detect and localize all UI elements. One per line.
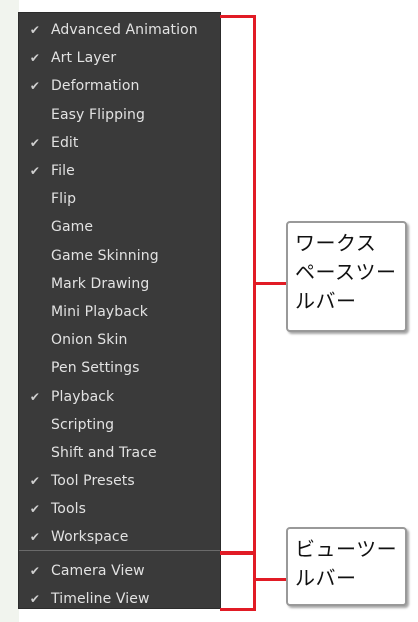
- menu-item-camera-view[interactable]: ✔ Camera View: [19, 557, 220, 585]
- view-toolbars-callout: ビューツー ルバー: [286, 527, 407, 606]
- menu-item-label: Timeline View: [51, 591, 150, 608]
- menu-item-label: Deformation: [51, 78, 140, 95]
- check-icon: ✔: [29, 564, 41, 579]
- menu-item-label: Pen Settings: [51, 360, 140, 377]
- check-icon: ✔: [29, 79, 41, 94]
- menu-item-label: File: [51, 163, 75, 180]
- view-toolbars-connector: [253, 578, 286, 581]
- menu-item-label: Game: [51, 219, 94, 236]
- menu-item-deformation[interactable]: ✔ Deformation: [19, 72, 220, 100]
- menu-item-label: Shift and Trace: [51, 444, 157, 461]
- toolbars-context-menu: ✔ Advanced Animation ✔ Art Layer ✔ Defor…: [19, 13, 220, 608]
- menu-item-label: Scripting: [51, 416, 115, 433]
- menu-item-label: Playback: [51, 388, 115, 405]
- check-icon: ✔: [29, 389, 41, 404]
- menu-item-playback[interactable]: ✔ Playback: [19, 382, 220, 410]
- menu-item-scripting[interactable]: Scripting: [19, 411, 220, 439]
- menu-item-game[interactable]: Game: [19, 213, 220, 241]
- menu-item-file[interactable]: ✔ File: [19, 157, 220, 185]
- menu-item-label: Tools: [51, 501, 86, 518]
- menu-item-label: Onion Skin: [51, 332, 128, 349]
- workspace-toolbars-bracket: [220, 15, 256, 554]
- menu-separator: [19, 550, 220, 551]
- check-icon: ✔: [29, 135, 41, 150]
- check-icon: ✔: [29, 164, 41, 179]
- menu-item-mini-playback[interactable]: Mini Playback: [19, 298, 220, 326]
- menu-item-label: Edit: [51, 134, 79, 151]
- menu-item-advanced-animation[interactable]: ✔ Advanced Animation: [19, 16, 220, 44]
- menu-item-workspace[interactable]: ✔ Workspace: [19, 523, 220, 551]
- menu-item-edit[interactable]: ✔ Edit: [19, 129, 220, 157]
- menu-item-flip[interactable]: Flip: [19, 185, 220, 213]
- menu-item-tools[interactable]: ✔ Tools: [19, 495, 220, 523]
- menu-item-shift-and-trace[interactable]: Shift and Trace: [19, 439, 220, 467]
- menu-item-label: Flip: [51, 191, 77, 208]
- menu-item-label: Game Skinning: [51, 247, 159, 264]
- menu-item-pen-settings[interactable]: Pen Settings: [19, 354, 220, 382]
- workspace-toolbars-connector: [253, 282, 286, 285]
- check-icon: ✔: [29, 530, 41, 545]
- callout-text-line: ワークス: [295, 231, 377, 255]
- menu-item-easy-flipping[interactable]: Easy Flipping: [19, 101, 220, 129]
- menu-item-label: Mini Playback: [51, 303, 148, 320]
- menu-item-onion-skin[interactable]: Onion Skin: [19, 326, 220, 354]
- menu-item-label: Tool Presets: [51, 473, 135, 490]
- callout-text-line: ペースツー: [295, 260, 397, 284]
- menu-item-timeline-view[interactable]: ✔ Timeline View: [19, 585, 220, 613]
- left-background-strip: [0, 0, 19, 622]
- check-icon: ✔: [29, 502, 41, 517]
- menu-item-tool-presets[interactable]: ✔ Tool Presets: [19, 467, 220, 495]
- callout-text-line: ルバー: [295, 566, 357, 590]
- menu-item-label: Workspace: [51, 529, 129, 546]
- workspace-toolbars-section: ✔ Advanced Animation ✔ Art Layer ✔ Defor…: [19, 16, 220, 552]
- view-toolbars-bracket: [220, 552, 256, 611]
- menu-item-mark-drawing[interactable]: Mark Drawing: [19, 270, 220, 298]
- check-icon: ✔: [29, 23, 41, 38]
- menu-item-label: Mark Drawing: [51, 275, 150, 292]
- menu-item-label: Art Layer: [51, 50, 117, 67]
- menu-item-art-layer[interactable]: ✔ Art Layer: [19, 44, 220, 72]
- check-icon: ✔: [29, 474, 41, 489]
- menu-item-label: Advanced Animation: [51, 22, 198, 39]
- callout-text-line: ビューツー: [295, 537, 398, 561]
- check-icon: ✔: [29, 51, 41, 66]
- menu-item-label: Camera View: [51, 563, 145, 580]
- menu-item-game-skinning[interactable]: Game Skinning: [19, 242, 220, 270]
- view-toolbars-section: ✔ Camera View ✔ Timeline View: [19, 557, 220, 613]
- callout-text-line: ルバー: [295, 289, 357, 313]
- check-icon: ✔: [29, 592, 41, 607]
- workspace-toolbars-callout: ワークス ペースツー ルバー: [286, 221, 407, 332]
- menu-item-label: Easy Flipping: [51, 106, 146, 123]
